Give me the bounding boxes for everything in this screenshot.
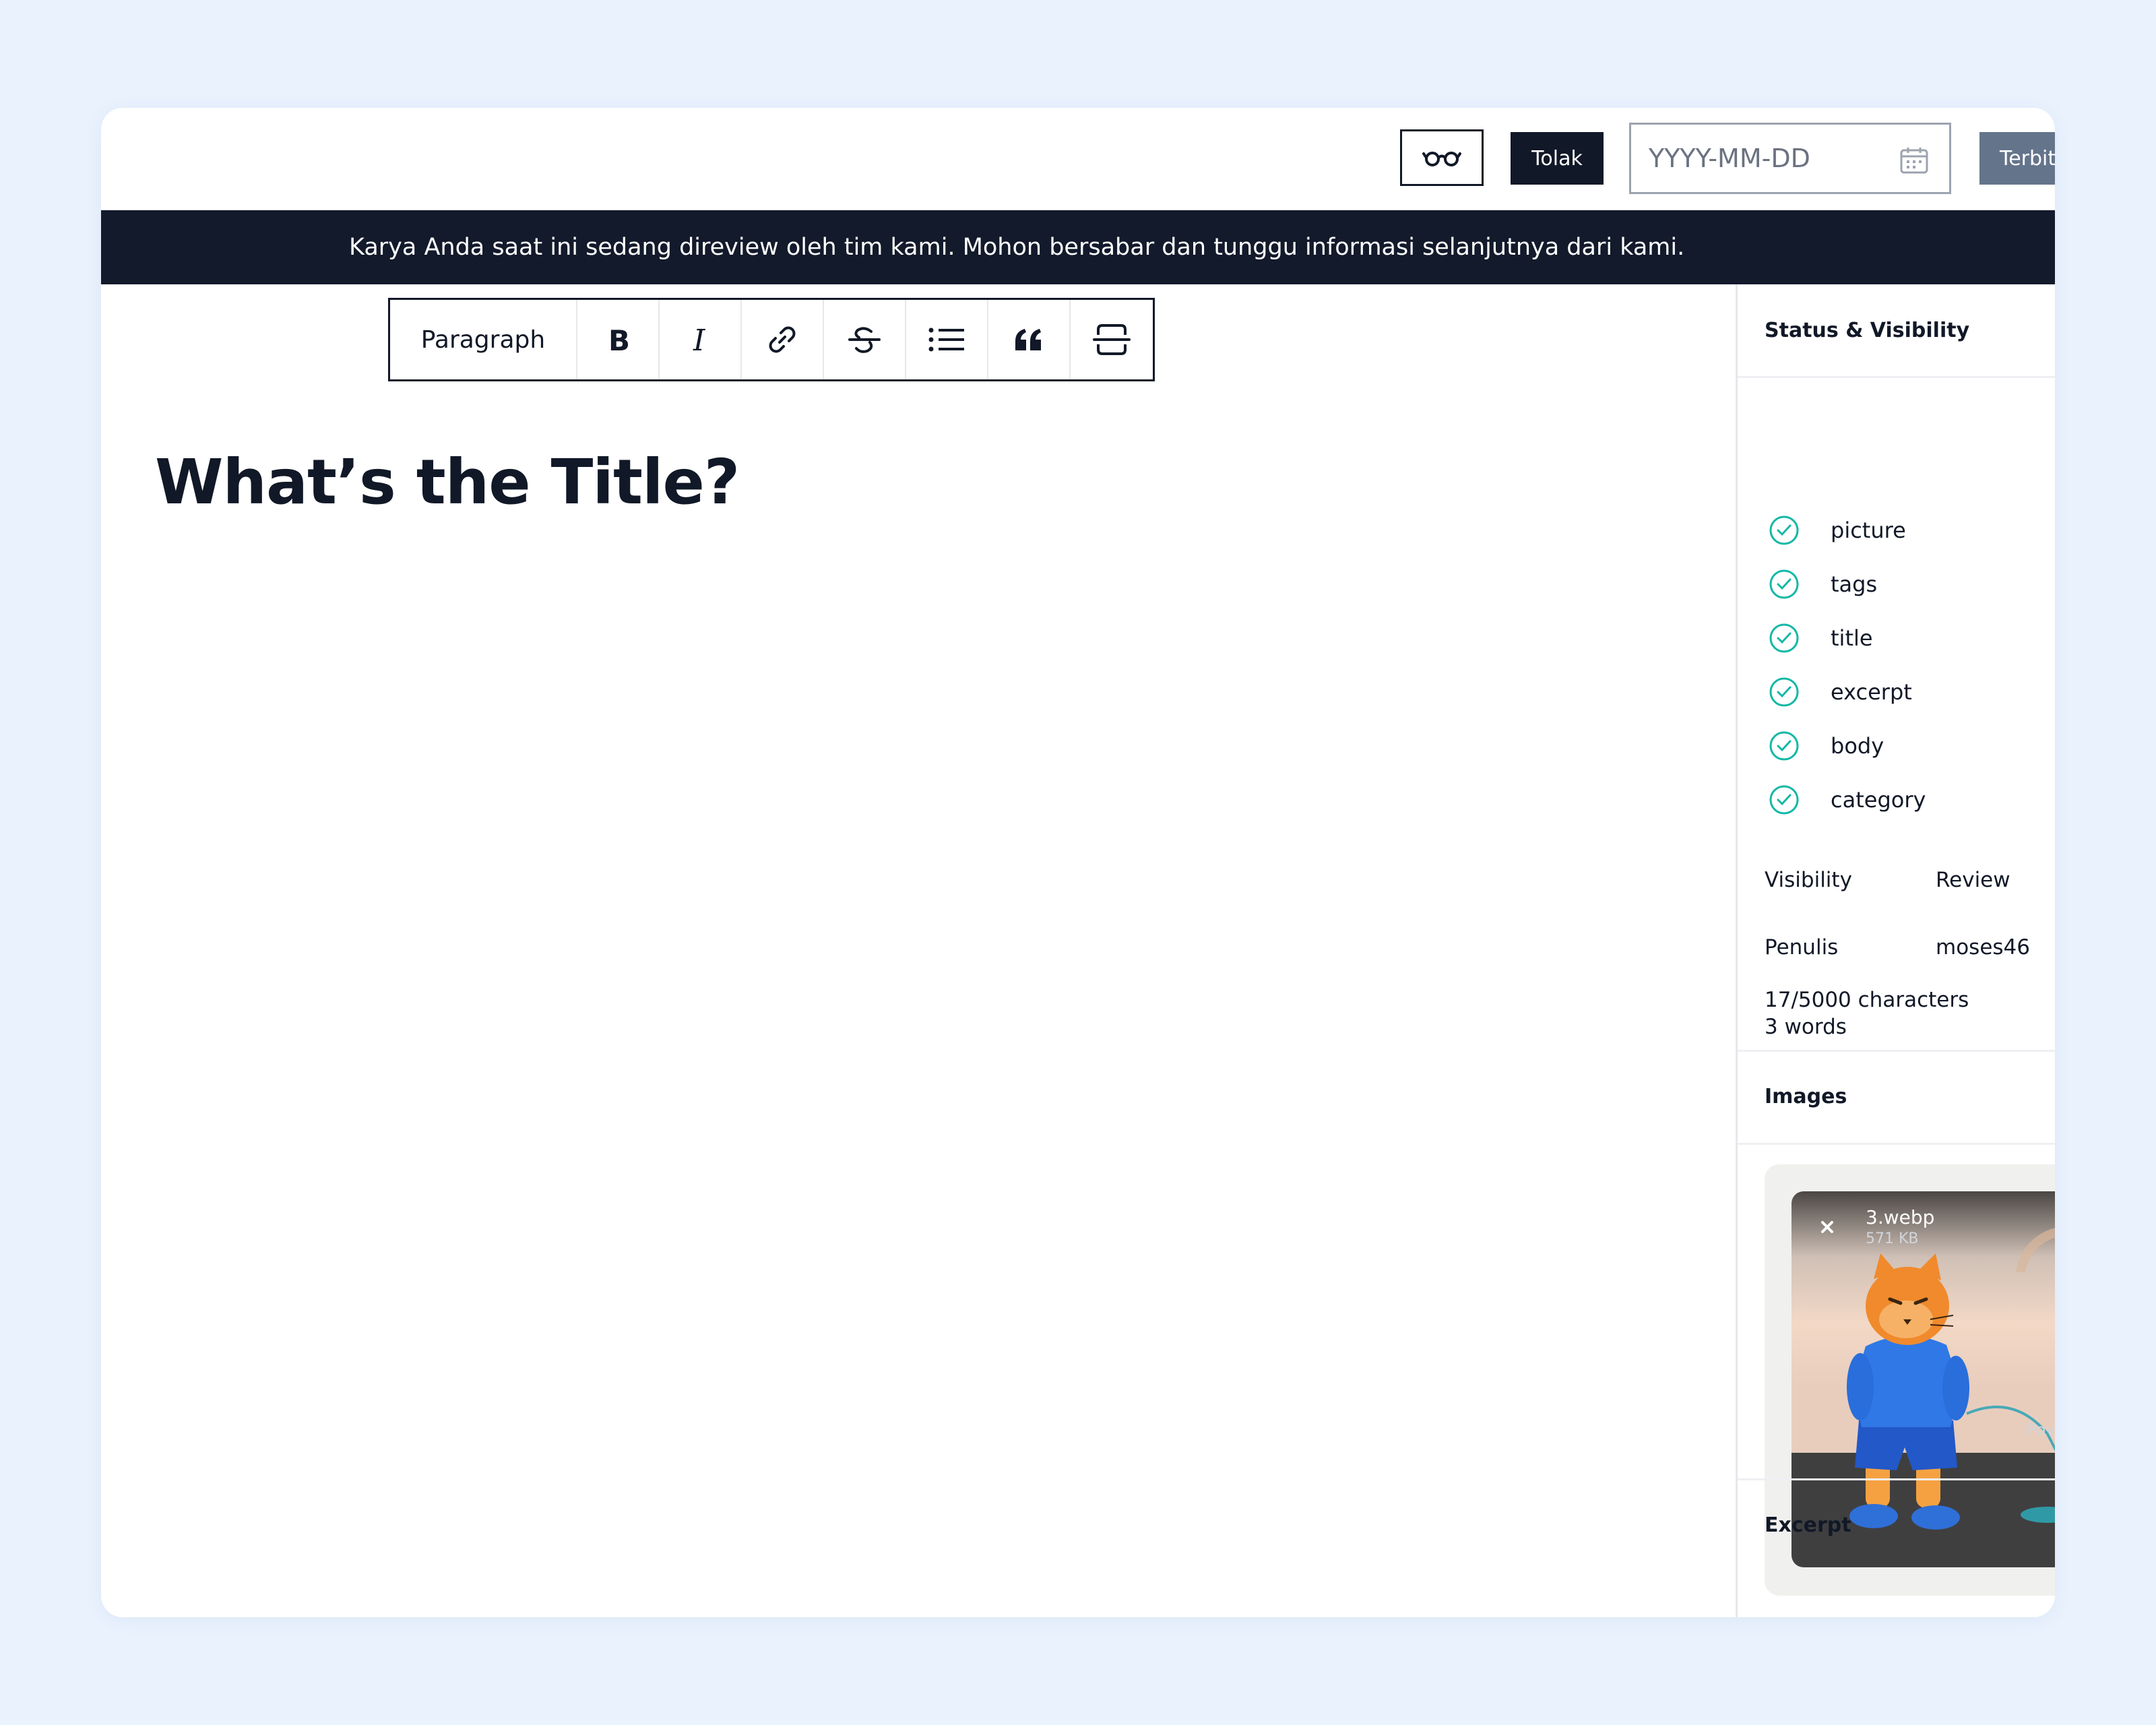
editor-window: Tolak Terbit Karya Anda saat ini sedang …	[101, 108, 2055, 1617]
check-circle-icon	[1769, 515, 1799, 545]
top-bar: Tolak Terbit	[101, 108, 2055, 210]
word-count: 3 words	[1765, 1015, 1847, 1039]
writer-value: moses46	[1936, 935, 2030, 960]
check-circle-icon	[1769, 623, 1799, 653]
image-file-name: 3.webp	[1866, 1206, 1935, 1228]
paragraph-format-dropdown[interactable]: Paragraph	[390, 300, 577, 379]
checklist-item-body: body	[1769, 729, 1884, 763]
horizontal-rule-button[interactable]	[1071, 300, 1153, 379]
divider	[1738, 376, 2055, 378]
check-circle-icon	[1769, 569, 1799, 599]
checklist-item-label: title	[1831, 625, 1873, 651]
bullet-list-button[interactable]	[906, 300, 988, 379]
checklist-item-tags: tags	[1769, 567, 1877, 601]
reject-button[interactable]: Tolak	[1511, 132, 1604, 185]
publish-button[interactable]: Terbit	[1979, 132, 2055, 185]
glasses-icon	[1422, 152, 1461, 166]
quote-icon	[1015, 329, 1041, 350]
visibility-label: Visibility	[1765, 868, 1852, 892]
checklist-item-excerpt: excerpt	[1769, 675, 1912, 709]
italic-icon: I	[693, 325, 706, 354]
status-visibility-heading[interactable]: Status & Visibility	[1738, 284, 2055, 376]
divider	[1738, 1050, 2055, 1052]
bullet-list-icon	[928, 327, 964, 352]
checklist-item-picture: picture	[1769, 513, 1906, 547]
review-banner: Karya Anda saat ini sedang direview oleh…	[101, 210, 2055, 284]
remove-image-icon[interactable]	[1816, 1216, 1839, 1238]
check-circle-icon	[1769, 785, 1799, 815]
horizontal-rule-icon	[1093, 324, 1131, 355]
publish-date-field[interactable]	[1629, 123, 1951, 194]
check-circle-icon	[1769, 731, 1799, 761]
divider	[1738, 1143, 2055, 1145]
image-file-size: 571 KB	[1866, 1230, 1919, 1247]
strikethrough-icon	[848, 327, 881, 353]
settings-sidebar: Status & Visibility picture tags title exce…	[1736, 284, 2055, 1617]
editor-area[interactable]: Paragraph B I What’s the Title?	[101, 284, 1736, 1617]
italic-button[interactable]: I	[660, 300, 742, 379]
checklist-item-label: picture	[1831, 518, 1906, 543]
checklist-item-title: title	[1769, 621, 1873, 655]
title-input[interactable]: What’s the Title?	[155, 446, 740, 518]
visibility-value[interactable]: Review	[1936, 868, 2010, 892]
check-circle-icon	[1769, 677, 1799, 707]
images-heading[interactable]: Images	[1738, 1053, 2055, 1140]
powered-by-text: Pov	[2027, 1420, 2055, 1439]
checklist-item-category: category	[1769, 783, 1926, 817]
checklist-item-label: body	[1831, 733, 1884, 759]
checklist-item-label: excerpt	[1831, 679, 1912, 705]
bold-icon: B	[608, 325, 630, 354]
character-count: 17/5000 characters	[1765, 988, 1969, 1012]
excerpt-heading[interactable]: Excerpt	[1738, 1481, 2055, 1569]
checklist-item-label: category	[1831, 787, 1926, 813]
format-toolbar: Paragraph B I	[388, 298, 1155, 381]
preview-button[interactable]	[1400, 129, 1484, 186]
link-button[interactable]	[742, 300, 824, 379]
bold-button[interactable]: B	[577, 300, 660, 379]
banner-message: Karya Anda saat ini sedang direview oleh…	[349, 234, 1685, 261]
link-icon	[769, 326, 796, 353]
quote-button[interactable]	[988, 300, 1071, 379]
svg-text:I: I	[693, 325, 706, 354]
divider	[1738, 1478, 2055, 1480]
writer-label: Penulis	[1765, 935, 1839, 960]
strikethrough-button[interactable]	[824, 300, 906, 379]
checklist-item-label: tags	[1831, 571, 1878, 597]
svg-text:B: B	[608, 325, 630, 354]
date-input[interactable]	[1649, 138, 1891, 179]
calendar-icon[interactable]	[1899, 146, 1929, 175]
